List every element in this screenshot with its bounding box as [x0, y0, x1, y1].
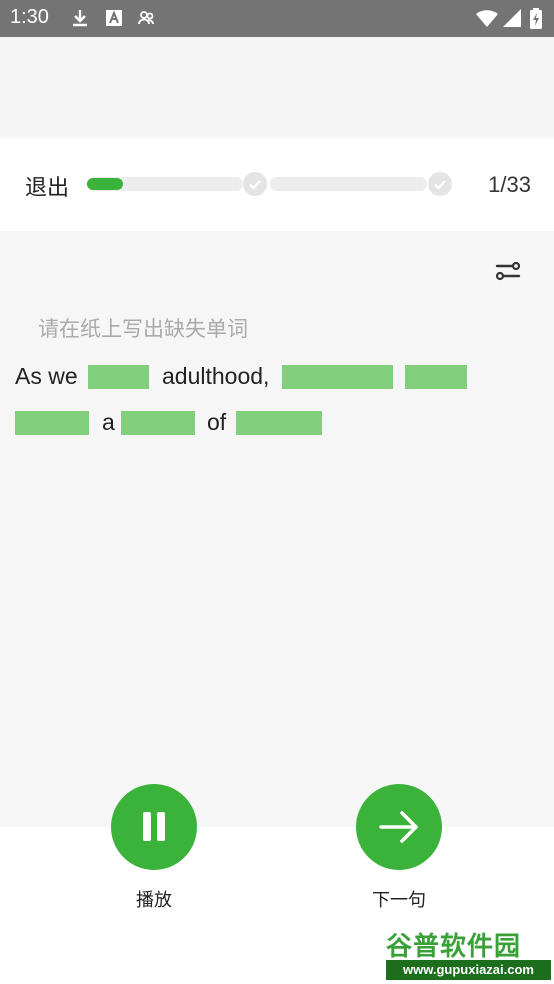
sentence-word: of	[207, 409, 227, 435]
missing-word-blank	[15, 411, 89, 435]
missing-word-blank	[282, 365, 393, 389]
pause-button[interactable]	[111, 784, 197, 870]
sentence-word: a	[102, 409, 115, 435]
pause-icon	[143, 812, 165, 841]
signal-icon	[502, 8, 522, 28]
watermark-url: www.gupuxiazai.com	[386, 960, 551, 980]
watermark-title: 谷普软件园	[386, 932, 522, 962]
wifi-icon	[475, 8, 499, 28]
battery-icon	[529, 8, 543, 29]
progress-track-2	[270, 177, 427, 191]
status-bar: 1:30	[0, 0, 554, 37]
instruction-text: 请在纸上写出缺失单词	[38, 317, 248, 341]
arrow-right-icon	[379, 811, 418, 843]
accounts-icon	[137, 8, 157, 28]
next-label: 下一句	[372, 890, 426, 911]
settings-sliders-icon[interactable]	[494, 257, 522, 285]
progress-fill	[87, 178, 123, 190]
exit-button[interactable]: 退出	[25, 170, 69, 202]
top-spacer	[0, 37, 554, 138]
missing-word-blank	[236, 411, 322, 435]
status-time: 1:30	[10, 6, 49, 28]
checkpoint-2-icon	[428, 172, 452, 196]
sentence-word: adulthood,	[162, 363, 270, 389]
next-sentence-button[interactable]	[356, 784, 442, 870]
missing-word-blank	[88, 365, 149, 389]
progress-count: 1/33	[488, 172, 531, 197]
play-label: 播放	[136, 890, 172, 911]
checkpoint-1-icon	[243, 172, 267, 196]
missing-word-blank	[405, 365, 467, 389]
sentence-word: As we	[15, 363, 78, 389]
font-icon	[104, 8, 124, 28]
missing-word-blank	[121, 411, 195, 435]
watermark-logo: 谷普软件园 www.gupuxiazai.com	[386, 926, 551, 981]
download-icon	[70, 8, 90, 28]
